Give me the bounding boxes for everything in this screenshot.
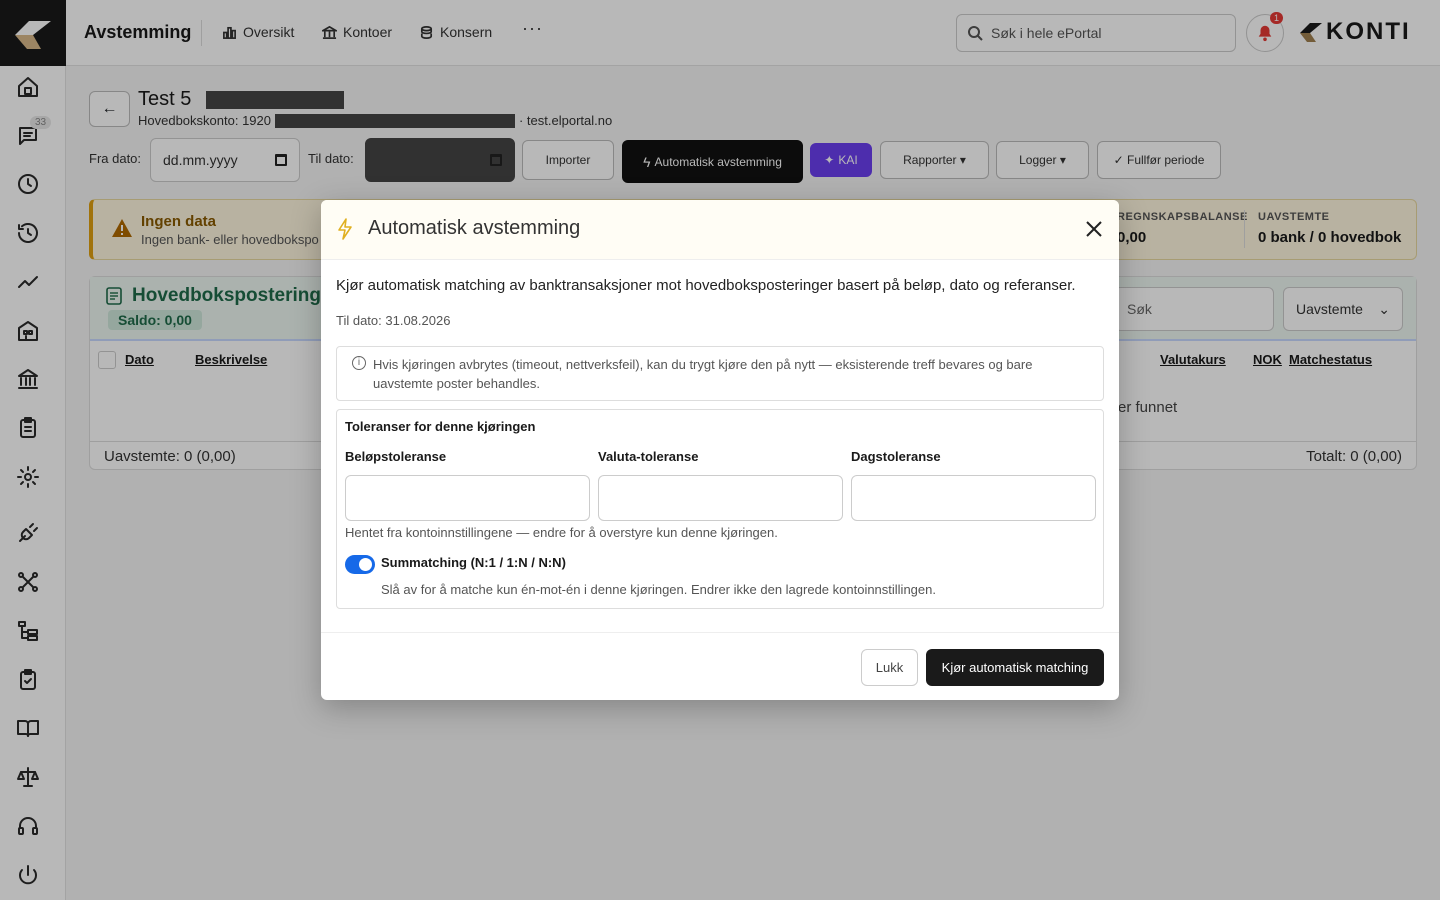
modal-footer: Lukk Kjør automatisk matching [321, 632, 1119, 700]
modal-header: Automatisk avstemming [321, 200, 1119, 260]
day-tolerance-label: Dagstoleranse [851, 449, 941, 464]
toggle-knob [359, 558, 372, 571]
day-tolerance-input[interactable] [851, 475, 1096, 521]
tolerances-box: Toleranser for denne kjøringen Beløpstol… [336, 409, 1104, 609]
summatching-toggle[interactable] [345, 555, 375, 574]
run-matching-button[interactable]: Kjør automatisk matching [926, 649, 1104, 686]
currency-tolerance-label: Valuta-toleranse [598, 449, 699, 464]
info-text: Hvis kjøringen avbrytes (timeout, nettve… [373, 357, 1033, 391]
close-button[interactable]: Lukk [861, 649, 918, 686]
tolerances-title: Toleranser for denne kjøringen [345, 419, 536, 434]
close-icon[interactable] [1083, 218, 1105, 240]
info-icon: i [352, 356, 366, 370]
amount-tolerance-input[interactable] [345, 475, 590, 521]
modal-date: Til dato: 31.08.2026 [336, 313, 451, 328]
summatching-label: Summatching (N:1 / 1:N / N:N) [381, 555, 566, 570]
auto-reconcile-modal: Automatisk avstemming Kjør automatisk ma… [321, 200, 1119, 700]
summatching-hint: Slå av for å matche kun én-mot-én i denn… [381, 582, 936, 597]
modal-description: Kjør automatisk matching av banktransaks… [336, 277, 1076, 294]
amount-tolerance-label: Beløpstoleranse [345, 449, 447, 464]
tolerance-hint: Hentet fra kontoinnstillingene — endre f… [345, 525, 778, 540]
modal-title: Automatisk avstemming [368, 217, 581, 239]
currency-tolerance-input[interactable] [598, 475, 843, 521]
bolt-icon [338, 218, 352, 240]
info-box: i Hvis kjøringen avbrytes (timeout, nett… [336, 346, 1104, 401]
